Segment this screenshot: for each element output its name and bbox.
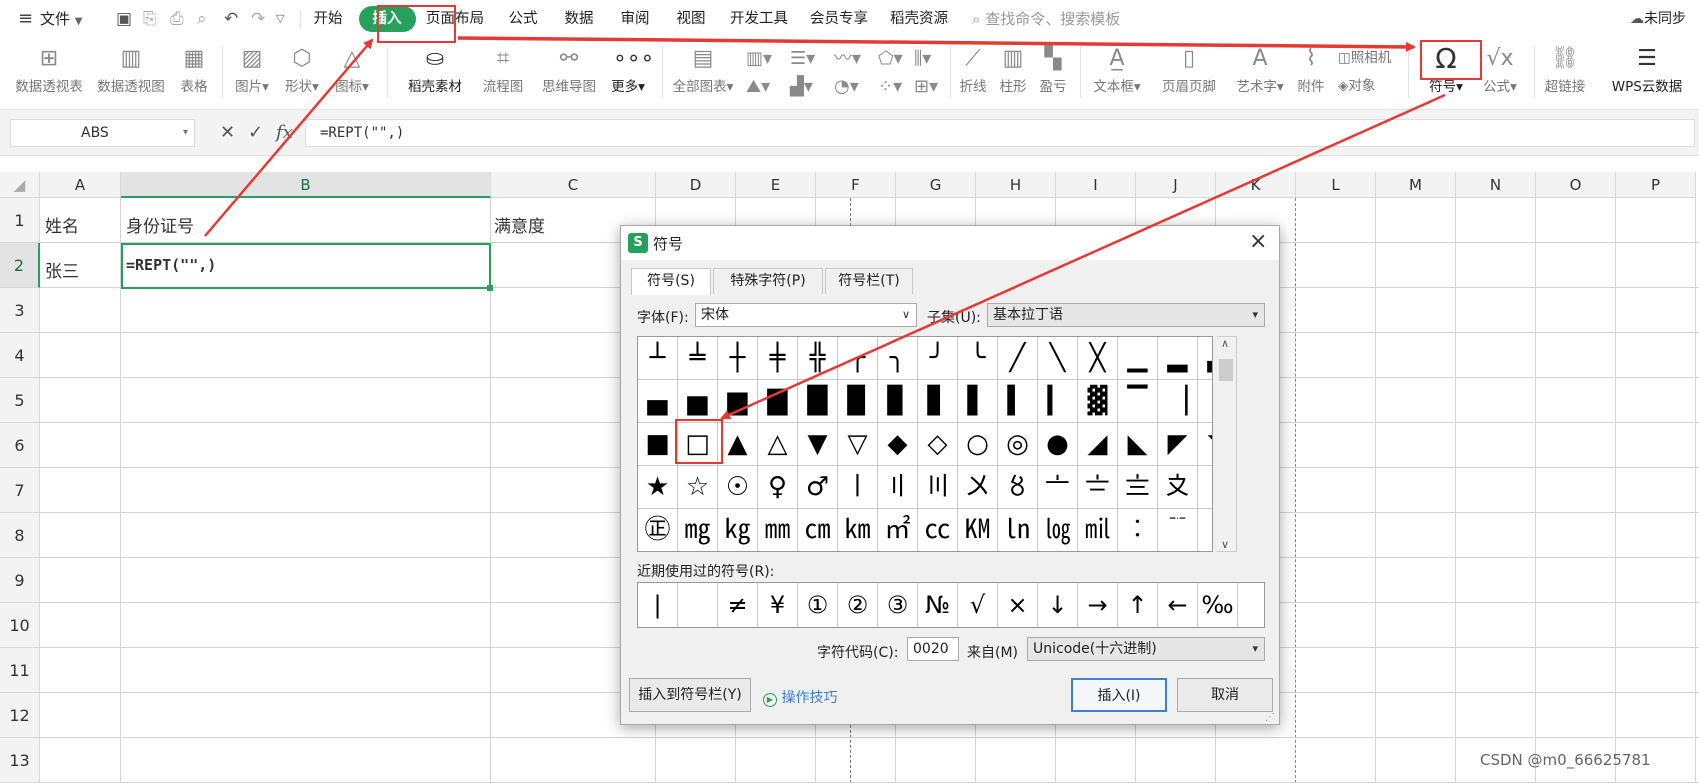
arrow-insert-to-symbol — [457, 36, 1416, 52]
arrow-cell-to-insert-tab — [204, 38, 374, 237]
watermark: CSDN @m0_66625781 — [1480, 751, 1651, 769]
annotation-arrows — [204, 36, 1446, 420]
arrow-symbol-to-square — [720, 93, 1446, 420]
